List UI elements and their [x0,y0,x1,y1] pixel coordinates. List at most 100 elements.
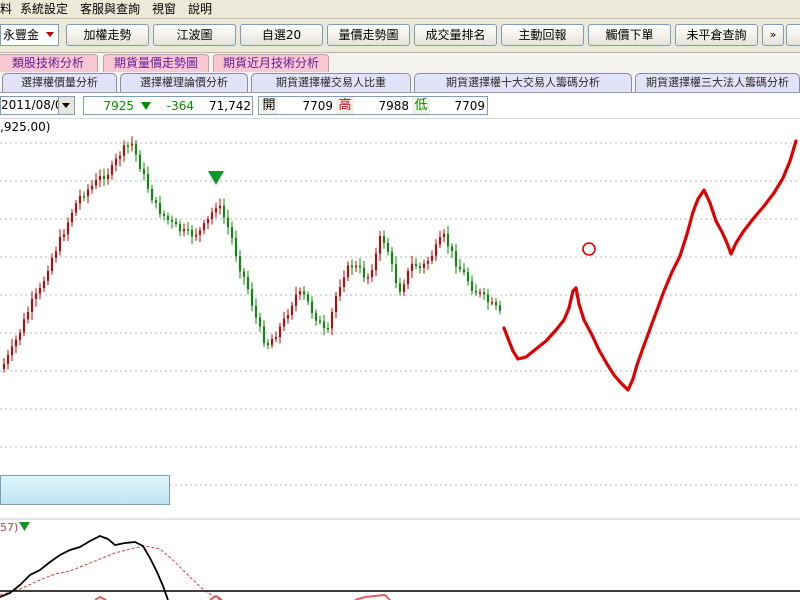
candle-body [95,179,97,186]
account-name: 永豐金 [3,28,40,42]
chart-gridlines [0,142,800,486]
candle-body [115,158,117,166]
tab-futures-volume-price[interactable]: 期貨量價走勢圖 [103,54,209,72]
candle-body [399,283,401,292]
chevron-down-icon[interactable] [58,97,74,114]
touch-price-order-button[interactable]: 觸價下單 [588,24,671,46]
volume-price-trend-button[interactable]: 量價走勢圖 [327,24,410,46]
candle-body [307,294,309,302]
tab-institutional-investors[interactable]: 期貨選擇權三大法人籌碼分析 [635,73,800,92]
candle-body [371,270,373,278]
ohl-box: 開 7709 高 7988 低 7709 [258,96,488,115]
tab-options-volume-price[interactable]: 選擇權價量分析 [2,73,117,92]
candle-body [31,298,33,312]
tab-sector-technical[interactable]: 類股技術分析 [0,54,98,72]
candle-body [323,321,325,329]
candle-body [47,271,49,281]
candle-body [19,332,21,340]
open-value: 7709 [302,99,333,113]
candle-body [475,290,477,293]
watchlist-button[interactable]: 自選20 [240,24,323,46]
candle-body [467,272,469,282]
candlestick-chart [0,136,800,600]
candle-body [123,145,125,156]
candle-body [99,176,101,180]
candle-body [479,292,481,294]
candle-body [175,221,177,225]
candle-body [267,342,269,346]
candle-body [411,263,413,271]
candle-body [343,277,345,288]
candle-body [375,253,377,271]
candle-body [207,218,209,224]
candle-body [75,203,77,213]
candle-body [335,295,337,313]
candle-body [383,235,385,243]
candle-body [311,301,313,313]
candle-body [387,242,389,252]
candle-body [359,265,361,268]
candle-body [131,143,133,146]
chart-area[interactable]: ,925.00) 57) [0,119,800,600]
candle-body [459,266,461,270]
candle-body [83,196,85,198]
candle-body [79,196,81,204]
candle-body [219,205,221,209]
candle-body [163,213,165,216]
candle-body [439,237,441,245]
candle-body [187,229,189,231]
candle-body [127,145,129,147]
toolbar: 永豐金 加權走勢 江波圖 自選20 量價走勢圖 成交量排名 主動回報 觸價下單 … [0,19,800,53]
candle-body [11,346,13,356]
candle-body [7,355,9,364]
tab-options-theoretical-price[interactable]: 選擇權理論價分析 [120,73,248,92]
menu-item-service[interactable]: 客服與查詢 [80,1,140,17]
candle-body [355,265,357,268]
tab-top-ten-traders[interactable]: 期貨選擇權十大交易人籌碼分析 [414,73,632,92]
candle-body [67,222,69,235]
candle-body [3,363,5,369]
candle-body [139,154,141,169]
date-selector[interactable]: 2011/08/05 [0,96,75,115]
taiex-trend-button[interactable]: 加權走勢 [66,24,149,46]
candle-body [283,318,285,327]
menu-item-window[interactable]: 視窗 [152,1,176,17]
active-report-button[interactable]: 主動回報 [501,24,584,46]
candle-body [87,189,89,197]
tab-futures-nearmonth-technical[interactable]: 期貨近月技術分析 [213,54,329,72]
candle-body [39,288,41,294]
candle-body [111,165,113,175]
info-panel[interactable] [0,475,170,505]
toolbar-overflow-button[interactable]: » [762,24,784,46]
candle-body [487,294,489,303]
menu-item-data[interactable]: 料 [0,1,12,17]
candle-body [499,305,501,311]
toolbar-extra-button[interactable] [786,24,800,46]
high-value: 7988 [378,99,409,113]
candle-body [363,267,365,278]
candle-body [271,338,273,346]
candle-body [203,223,205,231]
candle-body [259,317,261,327]
candle-body [447,233,449,247]
candle-body [119,155,121,159]
low-label: 低 [412,97,430,114]
candle-body [303,291,305,295]
candle-body [407,270,409,285]
function-tabs: 類股技術分析 期貨量價走勢圖 期貨近月技術分析 [0,53,800,72]
menu-item-help[interactable]: 說明 [188,1,212,17]
candle-body [143,168,145,174]
candle-body [435,244,437,256]
elliott-wave-button[interactable]: 江波圖 [153,24,236,46]
price-change: -364 [166,99,194,113]
open-interest-query-button[interactable]: 未平倉查詢 [675,24,758,46]
account-selector[interactable]: 永豐金 [0,24,59,46]
volume-ranking-button[interactable]: 成交量排名 [414,24,497,46]
quote-bar: 2011/08/05 7925 -364 71,742 開 7709 高 798… [0,93,800,119]
candle-body [263,326,265,343]
menu-item-settings[interactable]: 系統設定 [20,1,68,17]
candle-body [299,291,301,295]
freehand-drawing [502,139,798,392]
candle-body [351,265,353,268]
tab-futures-options-trader-ratio[interactable]: 期貨選擇權交易人比重 [251,73,411,92]
